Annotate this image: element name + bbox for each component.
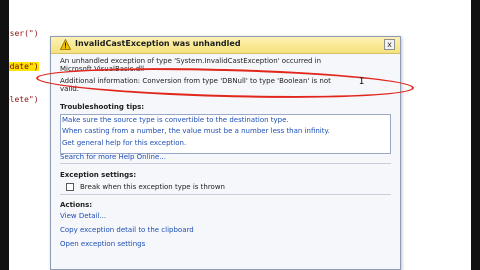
tip-link[interactable]: Get general help for this exception. — [62, 139, 389, 148]
text-cursor-icon: I — [359, 77, 365, 87]
copy-detail-link[interactable]: Copy exception detail to the clipboard — [60, 226, 194, 234]
troubleshooting-header: Troubleshooting tips: — [60, 103, 145, 111]
view-detail-link[interactable]: View Detail... — [60, 212, 106, 220]
tip-link[interactable]: When casting from a number, the value mu… — [62, 127, 389, 136]
message-line: An unhandled exception of type 'System.I… — [60, 57, 322, 65]
divider — [60, 163, 391, 164]
letterbox-right — [471, 0, 480, 270]
letterbox-left — [0, 0, 9, 270]
actions-header: Actions: — [60, 201, 93, 209]
close-button[interactable]: x — [384, 39, 395, 50]
search-help-link[interactable]: Search for more Help Online... — [60, 153, 166, 161]
dialog-title: InvalidCastException was unhandled — [75, 39, 241, 48]
break-on-exception-checkbox[interactable] — [66, 183, 74, 191]
dialog-title-bar[interactable]: InvalidCastException was unhandled x — [51, 37, 400, 54]
exception-assistant-dialog: InvalidCastException was unhandled x An … — [35, 36, 415, 270]
tip-link[interactable]: Make sure the source type is convertible… — [62, 116, 389, 125]
warning-icon — [60, 39, 71, 50]
divider — [60, 194, 391, 195]
screenshot-stage: inser(") update") delete") ") InvalidCas… — [0, 0, 480, 270]
troubleshooting-tips-list: Make sure the source type is convertible… — [60, 114, 391, 154]
exception-settings-header: Exception settings: — [60, 171, 137, 179]
break-on-exception-label[interactable]: Break when this exception type is thrown — [80, 183, 225, 191]
open-settings-link[interactable]: Open exception settings — [60, 240, 145, 248]
